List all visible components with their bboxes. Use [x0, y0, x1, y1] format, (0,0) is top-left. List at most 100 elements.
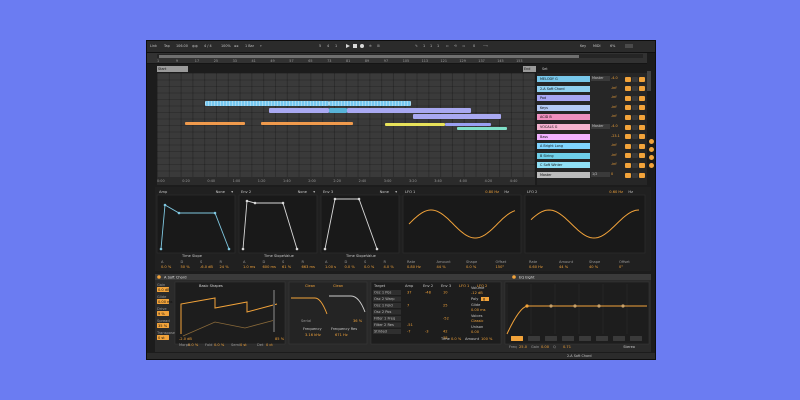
track-row[interactable]: A Bright Long -inf [537, 142, 647, 150]
session-record-icon[interactable]: ⊕ [369, 44, 372, 48]
arm-all-icon[interactable] [649, 139, 654, 144]
crossfade-icon[interactable] [649, 147, 654, 152]
track-routing[interactable]: Master [591, 76, 610, 81]
end-locator[interactable]: End [523, 66, 536, 72]
osc-slider[interactable] [273, 290, 275, 332]
envelope-display[interactable]: Amp None ▾A0.0 %D50 %S-6.0 dBR24 %Time Slop… [155, 187, 651, 271]
track-row[interactable]: 2-A Soft Chord -inf [537, 85, 647, 93]
track-arm[interactable] [639, 162, 645, 168]
track-activator[interactable] [625, 124, 631, 130]
env2-envelope-curve-node[interactable] [245, 199, 249, 203]
position-beats[interactable]: 4 [327, 44, 329, 48]
loop-length[interactable]: 0 [473, 44, 475, 48]
pos-a[interactable]: 1 [423, 44, 425, 48]
track-arm[interactable] [639, 86, 645, 92]
loop-icon[interactable]: ⟲ [454, 44, 457, 48]
track-solo[interactable] [632, 105, 638, 111]
track-solo[interactable] [632, 86, 638, 92]
clip-melody-2[interactable] [329, 101, 411, 106]
punch-out-icon[interactable]: ⊐ [462, 44, 465, 48]
lfo1-graph[interactable] [402, 194, 522, 254]
clip-vocal-2[interactable] [445, 123, 491, 126]
eq-band-button[interactable] [596, 336, 608, 341]
arrangement-scrollbar[interactable] [647, 71, 651, 91]
eq-display[interactable] [504, 281, 650, 345]
eq-band-node[interactable] [525, 304, 529, 308]
track-row[interactable]: VOCALS G Master -4.0 [537, 123, 647, 131]
track-solo[interactable] [632, 124, 638, 130]
eq-band-button[interactable] [528, 336, 540, 341]
track-volume[interactable]: -inf [611, 162, 617, 166]
track-name[interactable]: Pad [537, 95, 590, 102]
track-name[interactable]: MELODY G [537, 76, 590, 82]
quantize-chevron-icon[interactable]: ▾ [260, 44, 262, 48]
track-arm[interactable] [639, 95, 645, 101]
track-activator[interactable] [625, 134, 631, 140]
track-name[interactable]: B String [537, 152, 590, 159]
eq-band-node[interactable] [597, 304, 601, 308]
env3-graph[interactable] [320, 194, 400, 254]
track-row[interactable]: C Soft Winter -inf [537, 161, 647, 169]
track-name[interactable]: Master [537, 172, 590, 178]
track-name[interactable]: C Soft Winter [537, 162, 590, 169]
amp-envelope-curve-node[interactable] [177, 211, 181, 215]
position-sixteenths[interactable]: 1 [335, 44, 337, 48]
track-volume[interactable]: -inf [611, 143, 617, 147]
env3-envelope-curve-node[interactable] [323, 247, 327, 251]
oscillator-panel[interactable] [174, 281, 286, 345]
env3-envelope-curve-node[interactable] [357, 197, 361, 201]
tap-button[interactable]: Tap [164, 44, 170, 48]
wavetable-device[interactable]: A Soft Chord EQ EightGain0.0 dBGlide0.00 … [155, 274, 651, 352]
track-arm[interactable] [639, 153, 645, 159]
mute-all-icon[interactable] [649, 163, 654, 168]
track-volume[interactable]: -4.0 [611, 76, 618, 80]
amp-envelope-curve-node[interactable] [213, 211, 217, 215]
track-solo[interactable] [632, 134, 638, 140]
quantize-menu[interactable]: 1 Bar [245, 44, 254, 48]
track-name[interactable]: Keys [537, 104, 590, 111]
eq-band-button[interactable] [511, 336, 523, 341]
record-quantize-icon[interactable]: ▪▪ [234, 44, 239, 48]
amp-envelope-curve-node[interactable] [227, 247, 231, 251]
follow-icon[interactable]: ⟶ [483, 44, 488, 48]
signature-field[interactable]: 4 / 4 [204, 44, 212, 48]
track-solo[interactable] [632, 114, 638, 120]
pos-c[interactable]: 1 [437, 44, 439, 48]
track-name[interactable]: VOCALS G [537, 124, 590, 130]
track-activator[interactable] [625, 162, 631, 168]
track-activator[interactable] [625, 143, 631, 149]
clip-acid-2[interactable] [261, 122, 353, 125]
amp-envelope-curve-node[interactable] [159, 247, 163, 251]
amp-graph[interactable] [156, 194, 236, 254]
clip-pad-3[interactable] [347, 108, 471, 113]
link-button[interactable]: Link [150, 44, 157, 48]
clip-pad-2[interactable] [329, 108, 347, 113]
track-row[interactable]: B String -inf [537, 152, 647, 160]
eq-band-button[interactable] [630, 336, 642, 341]
eq-band-button[interactable] [579, 336, 591, 341]
overdub-icon[interactable]: ⊞ [377, 44, 380, 48]
track-row[interactable]: Master 1/2 0 [537, 171, 647, 179]
key-map-button[interactable]: Key [580, 44, 586, 48]
track-volume[interactable]: -23.1 [611, 134, 620, 138]
clip-keys-1[interactable] [413, 114, 501, 119]
track-row[interactable]: Pad -inf [537, 94, 647, 102]
track-solo[interactable] [632, 95, 638, 101]
track-solo[interactable] [632, 172, 638, 178]
env2-graph[interactable] [238, 194, 318, 254]
track-volume[interactable]: -inf [611, 153, 617, 157]
eq-band-node[interactable] [549, 304, 553, 308]
track-routing[interactable]: 1/2 [591, 172, 610, 177]
track-name[interactable]: 2-A Soft Chord [537, 85, 590, 92]
track-solo[interactable] [632, 153, 638, 159]
track-name[interactable]: ACID B [537, 114, 590, 121]
eq-band-node[interactable] [573, 304, 577, 308]
start-locator[interactable]: Start [157, 66, 188, 72]
track-solo[interactable] [632, 143, 638, 149]
track-activator[interactable] [625, 172, 631, 178]
eq-power-icon[interactable] [512, 275, 516, 279]
track-volume[interactable]: -inf [611, 114, 617, 118]
clip-melody-1[interactable] [205, 101, 329, 106]
track-routing[interactable]: Master [591, 124, 610, 129]
track-volume[interactable]: 0 [611, 172, 613, 176]
